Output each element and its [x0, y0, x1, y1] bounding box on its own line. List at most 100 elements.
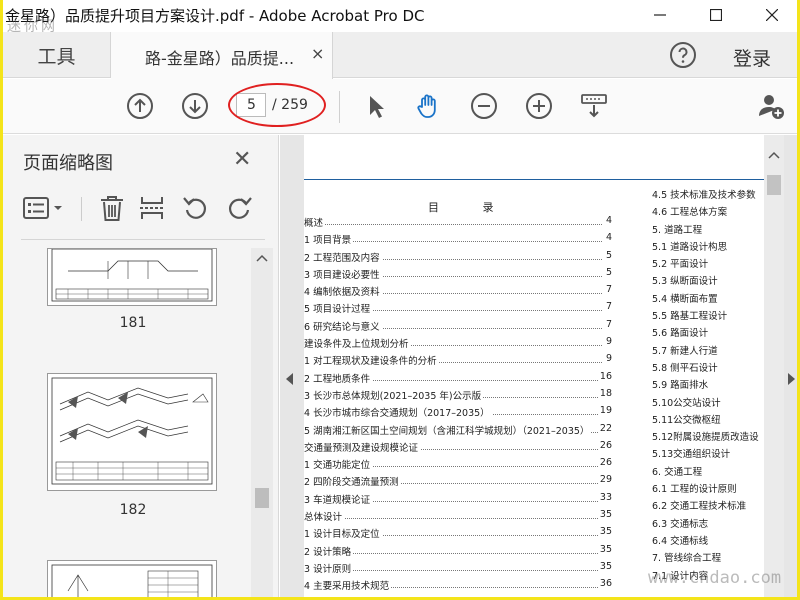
- login-button[interactable]: 登录: [733, 44, 771, 71]
- toc-entry[interactable]: 总体设计 35: [304, 509, 612, 526]
- rotate-counterclockwise-icon[interactable]: [181, 193, 211, 223]
- panel-close-button[interactable]: ✕: [233, 147, 251, 172]
- toc-entry-text: 2 设计策略: [304, 543, 354, 558]
- toc-entry[interactable]: 1 项目背景 4: [304, 232, 612, 249]
- delete-page-icon[interactable]: [97, 193, 127, 223]
- maximize-icon: [710, 9, 722, 21]
- toc-entry[interactable]: 4 编制依据及资料 7: [304, 284, 612, 301]
- toc-entry-text: 3 车道规模论证: [304, 491, 373, 506]
- toc-entry-page: 33: [597, 491, 612, 503]
- zoom-out-icon[interactable]: [469, 91, 499, 121]
- toc-entry[interactable]: 2 设计策略 35: [304, 543, 612, 561]
- toc-entry[interactable]: 1 设计目标及定位 35: [304, 526, 612, 543]
- zoom-in-icon[interactable]: [524, 91, 554, 121]
- toc-entry-page: 26: [597, 439, 612, 451]
- toc-entry[interactable]: 3 长沙市总体规划(2021–2035 年)公示版 18: [304, 387, 612, 405]
- toc-entry[interactable]: 5.2 平面设计: [652, 256, 764, 273]
- toc-entry[interactable]: 5. 道路工程: [652, 222, 764, 239]
- toc-entry[interactable]: 6. 交通工程: [652, 464, 764, 481]
- insert-page-icon[interactable]: [137, 193, 167, 223]
- minimize-icon: [654, 14, 666, 16]
- help-icon[interactable]: [669, 41, 697, 69]
- toc-entry[interactable]: 建设条件及上位规划分析 9: [304, 336, 612, 353]
- toc-entry-page: 16: [597, 370, 612, 382]
- toc-entry[interactable]: 5.12附属设施提质改造设: [652, 429, 764, 446]
- toc-entry[interactable]: 3 项目建设必要性 5: [304, 266, 612, 284]
- collapse-left-pane-icon[interactable]: [286, 373, 293, 385]
- toc-entry[interactable]: 5.8 侧平石设计: [652, 360, 764, 377]
- toc-entry[interactable]: 5 湖南湘江新区国土空间规划（含湘江科学城规划）（2021–2035） 22: [304, 422, 612, 440]
- toc-entry-text: 5 项目设计过程: [304, 301, 373, 316]
- toc-entry[interactable]: 5.6 路面设计: [652, 325, 764, 342]
- toc-entry[interactable]: 交通量预测及建设规模论证 26: [304, 439, 612, 457]
- toc-entry[interactable]: 5.10公交站设计: [652, 395, 764, 412]
- toc-entry[interactable]: 4 长沙市城市综合交通规划（2017–2035） 19: [304, 405, 612, 422]
- toc-entry[interactable]: 5.9 路面排水: [652, 377, 764, 394]
- toc-right-column: 4.5 技术标准及技术参数 4.6 工程总体方案 5. 道路工程 5.1 道路设计构思…: [652, 187, 764, 585]
- thumbnail-drawing: [51, 248, 213, 302]
- toc-entry[interactable]: 1 交通功能定位 26: [304, 457, 612, 474]
- scroll-up-arrow-icon[interactable]: [768, 151, 780, 159]
- toc-entry[interactable]: 6.4 交通标线: [652, 533, 764, 550]
- toc-entry[interactable]: 1 对工程现状及建设条件的分析 9: [304, 353, 612, 370]
- toc-entry[interactable]: 5.1 道路设计构思: [652, 239, 764, 256]
- toc-entry[interactable]: 6.2 交通工程技术标准: [652, 498, 764, 515]
- toc-entry[interactable]: 5.3 纵断面设计: [652, 273, 764, 290]
- hand-tool-icon[interactable]: [413, 91, 443, 121]
- keyboard-scroll-icon[interactable]: [579, 91, 609, 121]
- toc-entry[interactable]: 6.3 交通标志: [652, 516, 764, 533]
- toc-entry[interactable]: 3 设计原则 35: [304, 560, 612, 578]
- options-menu-icon[interactable]: [21, 193, 69, 223]
- next-page-icon[interactable]: [180, 91, 210, 121]
- toc-entry-page: 26: [597, 457, 612, 469]
- window-close-button[interactable]: [749, 0, 795, 30]
- toc-entry[interactable]: 6 研究结论与意义 7: [304, 318, 612, 336]
- toc-entry[interactable]: 4.5 技术标准及技术参数: [652, 187, 764, 204]
- document-viewer: 目 录 概述 4 1 项目背景 4 2 工程范围及内容 5 3 项目建设必要性 5 4 编制依据…: [280, 135, 797, 597]
- toc-entry-text: 4 长沙市城市综合交通规划（2017–2035）: [304, 405, 492, 420]
- document-scrollbar[interactable]: [764, 135, 784, 597]
- toc-entry[interactable]: 4 主要采用技术规范 36: [304, 578, 612, 595]
- toc-entry[interactable]: 4.6 工程总体方案: [652, 204, 764, 221]
- previous-page-icon[interactable]: [125, 91, 155, 121]
- watermark-bottom: www.cndao.com: [648, 568, 782, 588]
- tab-close-button[interactable]: ×: [311, 44, 324, 63]
- toc-entry-text: 2 工程地质条件: [304, 370, 373, 385]
- select-pointer-icon[interactable]: [361, 91, 391, 121]
- maximize-button[interactable]: [693, 0, 739, 30]
- toc-leader-dots: [304, 224, 602, 225]
- toc-entry[interactable]: 5.5 路基工程设计: [652, 308, 764, 325]
- toc-entry[interactable]: 5 项目设计过程 7: [304, 301, 612, 318]
- toc-entry[interactable]: 5.4 横断面布置: [652, 291, 764, 308]
- toc-entry[interactable]: 5.7 新建人行道: [652, 343, 764, 360]
- page-thumbnail[interactable]: [47, 560, 217, 597]
- toc-entry[interactable]: 7. 管线综合工程: [652, 550, 764, 567]
- toc-entry[interactable]: 概述 4: [304, 215, 612, 232]
- rotate-clockwise-icon[interactable]: [224, 193, 254, 223]
- toc-entry[interactable]: 5.13交通组织设计: [652, 446, 764, 463]
- toc-entry[interactable]: 2 工程范围及内容 5: [304, 249, 612, 267]
- toc-entry-page: 7: [603, 301, 612, 313]
- toolbar-separator: [339, 91, 340, 123]
- toc-entry[interactable]: 2 四阶段交通流量预测 29: [304, 474, 612, 491]
- toc-entry-text: 2 四阶段交通流量预测: [304, 474, 401, 489]
- scrollbar-thumb[interactable]: [255, 488, 269, 508]
- scroll-up-arrow-icon[interactable]: [256, 254, 268, 262]
- tab-tools[interactable]: 工具: [3, 32, 111, 78]
- add-user-icon[interactable]: [756, 91, 786, 121]
- minimize-button[interactable]: [637, 0, 683, 30]
- toc-entry-text: 概述: [304, 215, 326, 229]
- toc-entry[interactable]: 2 工程地质条件 16: [304, 370, 612, 388]
- toc-entry-page: 5: [603, 249, 612, 261]
- page-thumbnail[interactable]: [47, 373, 217, 491]
- toc-entry-page: 19: [597, 405, 612, 417]
- thumbnail-drawing: [51, 377, 213, 485]
- thumbnails-scrollbar[interactable]: [251, 248, 273, 597]
- toc-entry[interactable]: 5.11公交微枢纽: [652, 412, 764, 429]
- scrollbar-thumb[interactable]: [767, 175, 781, 195]
- toc-entry[interactable]: 3 车道规模论证 33: [304, 491, 612, 509]
- tab-document[interactable]: 路-金星路）品质提... ×: [111, 32, 333, 79]
- expand-right-pane-icon[interactable]: [788, 373, 795, 385]
- page-thumbnail[interactable]: [47, 248, 217, 306]
- toc-entry[interactable]: 6.1 工程的设计原则: [652, 481, 764, 498]
